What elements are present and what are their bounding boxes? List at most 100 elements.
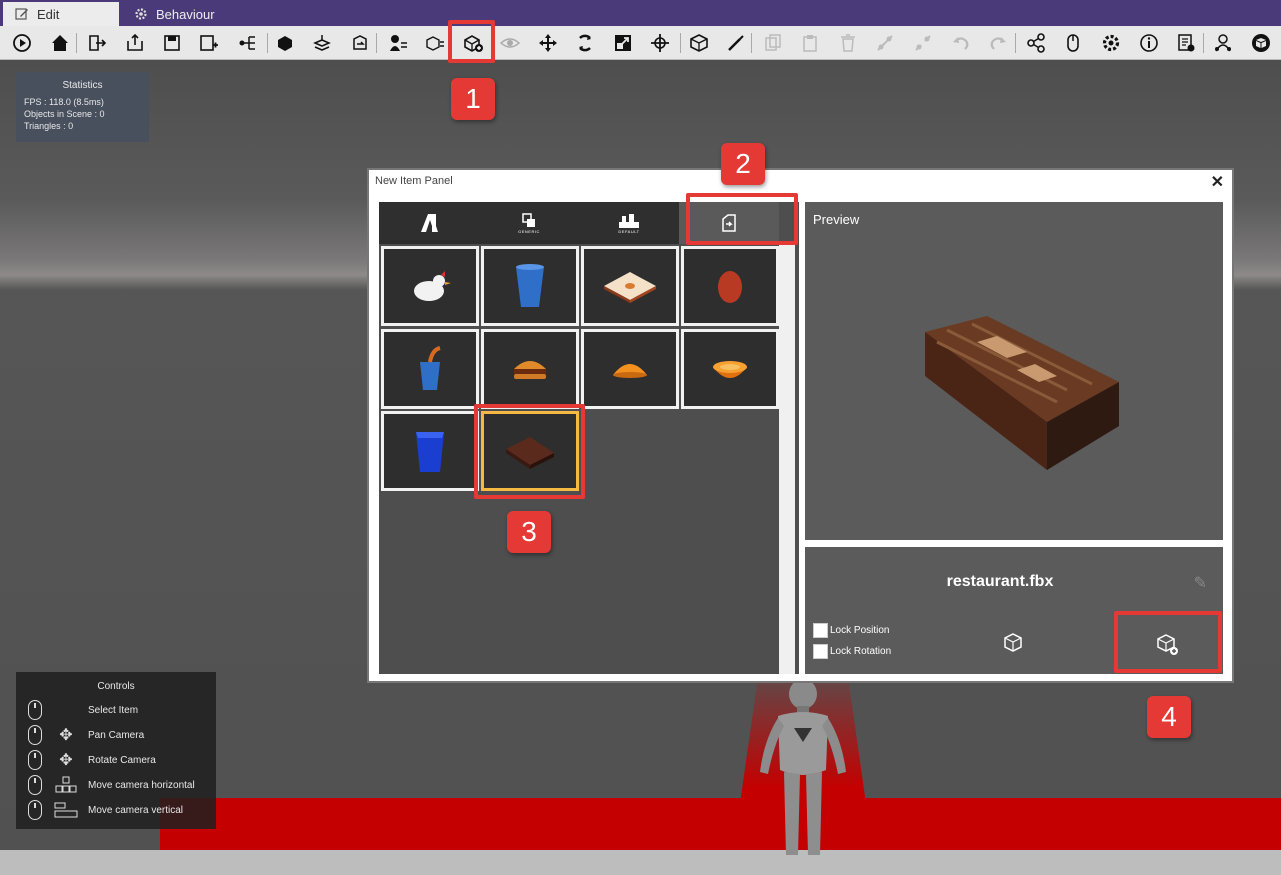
gear-icon — [135, 8, 147, 20]
item-bun[interactable] — [581, 329, 679, 409]
brand-button[interactable] — [1249, 31, 1273, 55]
status-strip — [0, 850, 1281, 875]
controls-title: Controls — [97, 681, 135, 692]
scale-button[interactable] — [611, 31, 635, 55]
highlight-add-button — [1114, 611, 1222, 673]
orange-model-thumbnail — [713, 361, 747, 378]
toolbar-separator — [751, 33, 752, 53]
item-browser: GENERIC DEFAULT — [379, 202, 799, 674]
person-list-icon — [390, 35, 407, 51]
log-button[interactable] — [1174, 31, 1198, 55]
play-icon — [13, 34, 31, 52]
paste-button[interactable] — [798, 31, 822, 55]
person-list-button[interactable] — [386, 31, 410, 55]
item-egg[interactable] — [681, 246, 779, 326]
save-button[interactable] — [160, 31, 184, 55]
package-button[interactable] — [273, 31, 297, 55]
item-chicken[interactable] — [381, 246, 479, 326]
chicken-model-thumbnail — [414, 271, 451, 301]
control-row: Select Item — [28, 699, 138, 721]
item-orange-half[interactable] — [681, 329, 779, 409]
item-burger[interactable] — [481, 329, 579, 409]
control-label: Select Item — [88, 704, 139, 716]
item-drink-cup[interactable] — [381, 329, 479, 409]
app-window: Edit Behaviour Statistics FPS : 118.0 (8… — [0, 0, 1281, 875]
mouse-button[interactable] — [1061, 31, 1085, 55]
preview-label: Preview — [813, 212, 860, 227]
copy-button[interactable] — [761, 31, 785, 55]
tab-brand[interactable] — [379, 202, 479, 244]
tab-behaviour[interactable]: Behaviour — [122, 2, 252, 26]
cube-button[interactable] — [687, 31, 711, 55]
eye-button[interactable] — [498, 31, 522, 55]
item-blue-cup[interactable] — [481, 246, 579, 326]
delete-button[interactable] — [836, 31, 860, 55]
cube-icon — [690, 34, 708, 52]
item-grid-scrollbar[interactable] — [779, 244, 795, 674]
lock-position-checkbox[interactable] — [813, 623, 828, 638]
users-button[interactable] — [1211, 31, 1235, 55]
restaurant-model-preview — [925, 316, 1119, 470]
scale-icon — [615, 35, 631, 51]
unlink-icon — [915, 35, 931, 51]
share-button[interactable] — [1024, 31, 1048, 55]
redo-button[interactable] — [986, 31, 1010, 55]
info-button[interactable] — [1137, 31, 1161, 55]
export-button[interactable] — [123, 31, 147, 55]
save-icon — [164, 35, 180, 51]
item-blue-bin[interactable] — [381, 411, 479, 491]
transform-button[interactable] — [648, 31, 672, 55]
lock-rotation-toggle[interactable]: Lock Rotation — [813, 644, 891, 659]
import-icon — [89, 35, 107, 51]
rotate-icon — [579, 34, 591, 52]
unpack-button[interactable] — [310, 31, 334, 55]
red-floor — [160, 798, 1281, 850]
brand-a-icon — [421, 214, 438, 232]
settings-button[interactable] — [1099, 31, 1123, 55]
users-icon — [1215, 34, 1231, 52]
rotate-button[interactable] — [573, 31, 597, 55]
mode-tab-bar: Edit Behaviour — [0, 0, 1281, 26]
refresh-icon — [353, 35, 367, 50]
import-button[interactable] — [85, 31, 109, 55]
toolbar-separator — [1015, 33, 1016, 53]
control-label: Rotate Camera — [88, 754, 156, 766]
move-button[interactable] — [536, 31, 560, 55]
tab-generic-caption: GENERIC — [518, 228, 540, 234]
move-arrows-icon: ✥ — [59, 752, 73, 769]
reset-item-button[interactable] — [995, 629, 1031, 657]
toolbar-separator — [376, 33, 377, 53]
link-button[interactable] — [873, 31, 897, 55]
info-icon — [1140, 34, 1158, 52]
unlink-button[interactable] — [911, 31, 935, 55]
toolbar-separator — [1203, 33, 1204, 53]
home-button[interactable] — [48, 31, 72, 55]
mouse-icon — [28, 700, 42, 720]
close-icon[interactable]: ✕ — [1211, 172, 1224, 192]
brand-icon — [1252, 34, 1270, 52]
lock-position-toggle[interactable]: Lock Position — [813, 623, 889, 638]
mouse-icon — [28, 750, 42, 770]
save-as-icon — [200, 35, 218, 51]
highlight-restaurant-item — [474, 404, 585, 499]
link-icon — [877, 35, 893, 51]
bin-model-thumbnail — [416, 432, 444, 472]
lock-rotation-checkbox[interactable] — [813, 644, 828, 659]
box-list-icon — [426, 36, 444, 51]
play-button[interactable] — [10, 31, 34, 55]
save-as-button[interactable] — [197, 31, 221, 55]
box-list-button[interactable] — [423, 31, 447, 55]
pencil-icon[interactable]: ✎ — [1194, 573, 1207, 593]
refresh-button[interactable] — [348, 31, 372, 55]
tab-default[interactable]: DEFAULT — [579, 202, 679, 244]
step-badge-3: 3 — [507, 511, 551, 553]
triangles-readout: Triangles : 0 — [24, 121, 74, 131]
wand-button[interactable] — [724, 31, 748, 55]
hierarchy-button[interactable] — [235, 31, 259, 55]
generic-icon — [522, 212, 535, 227]
share-icon — [1027, 33, 1045, 53]
tab-generic[interactable]: GENERIC — [479, 202, 579, 244]
undo-button[interactable] — [949, 31, 973, 55]
item-tray[interactable] — [581, 246, 679, 326]
tab-edit[interactable]: Edit — [3, 2, 119, 26]
